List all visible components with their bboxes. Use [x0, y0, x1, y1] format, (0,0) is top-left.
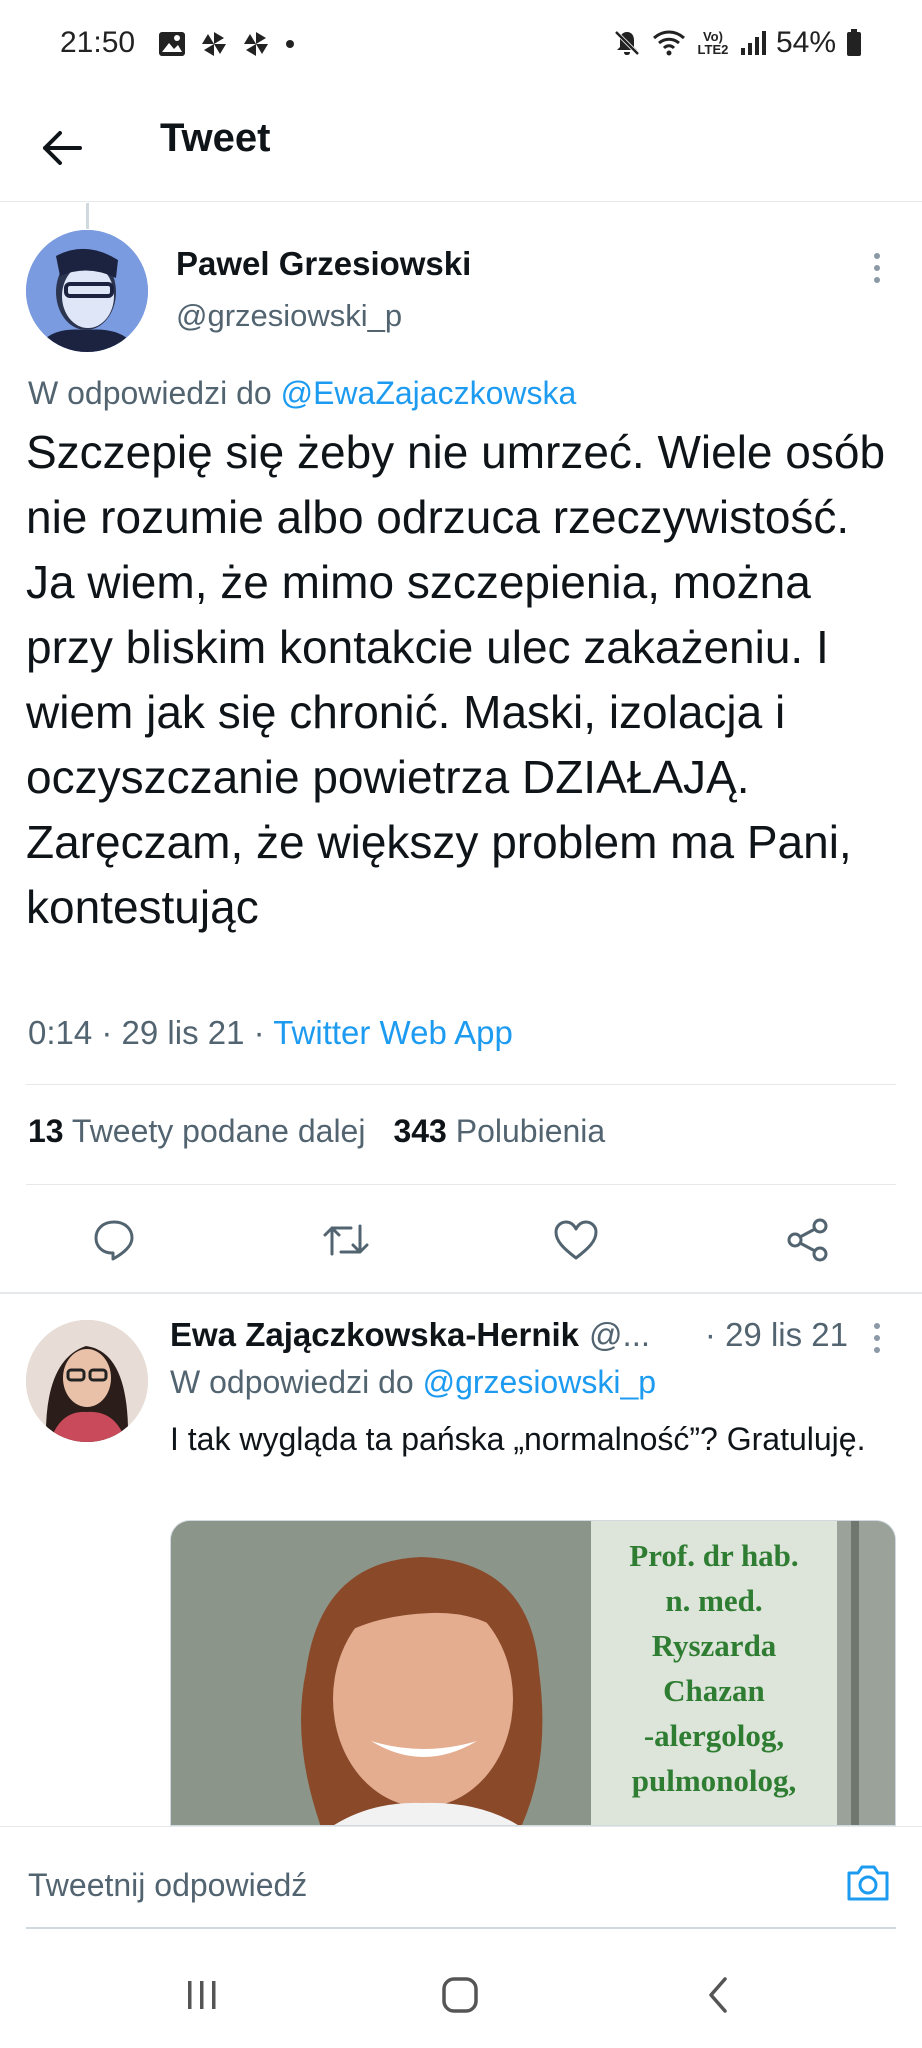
- reply-text: I tak wygląda ta pańska „normalność”? Gr…: [170, 1421, 866, 1457]
- reply-icon: [94, 1220, 134, 1261]
- reply-media-image[interactable]: Prof. dr hab. n. med. Ryszarda Chazan -a…: [170, 1520, 896, 1826]
- section-divider: [0, 1292, 922, 1294]
- more-dot-icon: [874, 277, 880, 283]
- author-name[interactable]: Pawel Grzesiowski: [176, 245, 471, 283]
- reply-avatar-image: [26, 1320, 148, 1442]
- photo-caption-line: Chazan: [663, 1673, 765, 1708]
- compose-bar: [0, 1826, 922, 1942]
- status-bar: 21:50 Vo) LTE2 54%: [0, 0, 922, 92]
- wifi-icon: [652, 30, 685, 56]
- reply-replying-prefix: W odpowiedzi do: [170, 1364, 414, 1400]
- more-dot-icon: [874, 1335, 880, 1341]
- reply-replying-mention-link[interactable]: @grzesiowski_p: [423, 1364, 656, 1400]
- reply-button[interactable]: [84, 1205, 144, 1275]
- tweet-meta: 0:14 · 29 lis 21 · Twitter Web App: [28, 1014, 513, 1052]
- reply-header: Ewa Zajączkowska-Hernik @... · 29 lis 21: [170, 1316, 870, 1354]
- page-title: Tweet: [160, 116, 271, 160]
- gallery-icon: [159, 32, 185, 56]
- home-button[interactable]: [430, 1970, 490, 2020]
- reply-more-options-button[interactable]: [862, 1318, 892, 1358]
- reply-input[interactable]: [28, 1857, 808, 1913]
- likes-label: Polubienia: [455, 1113, 606, 1149]
- divider: [26, 1084, 896, 1085]
- header: Tweet: [0, 92, 922, 202]
- likes-stat[interactable]: 343 Polubienia: [393, 1113, 605, 1150]
- share-button[interactable]: [778, 1205, 838, 1275]
- photo-caption-line: -alergolog,: [643, 1718, 785, 1753]
- more-dot-icon: [874, 1347, 880, 1353]
- signal-icon: [740, 31, 766, 55]
- compose-underline: [26, 1927, 896, 1929]
- recent-apps-icon: [188, 1981, 216, 2009]
- dot-icon: [286, 40, 294, 48]
- tweet-text: Szczepię się żeby nie umrzeć. Wiele osób…: [26, 426, 886, 933]
- retweets-label: Tweety podane dalej: [71, 1113, 366, 1149]
- tweet-source-link[interactable]: Twitter Web App: [273, 1014, 513, 1051]
- tweet-time-date: 0:14 · 29 lis 21 ·: [28, 1014, 274, 1051]
- tweet-stats: 13 Tweety podane dalej 343 Polubienia: [28, 1113, 605, 1150]
- author-avatar[interactable]: [26, 230, 148, 352]
- battery-text: 54%: [775, 26, 836, 59]
- photo-caption-line: pulmonolog,: [631, 1763, 797, 1798]
- retweet-icon: [323, 1224, 369, 1256]
- status-left-icons: [158, 30, 296, 58]
- back-icon: [709, 1977, 727, 2013]
- thread-line: [86, 203, 89, 229]
- photo-caption-line: Ryszarda: [651, 1628, 777, 1663]
- reply-author-handle[interactable]: @...: [589, 1316, 650, 1354]
- replying-prefix: W odpowiedzi do: [28, 375, 272, 411]
- reply-photo-caption: Prof. dr hab. n. med. Ryszarda Chazan -a…: [591, 1533, 837, 1803]
- nav-back-button[interactable]: [688, 1970, 748, 2020]
- reply-author-avatar[interactable]: [26, 1320, 148, 1442]
- recent-apps-button[interactable]: [172, 1970, 232, 2020]
- camera-icon: [847, 1865, 889, 1901]
- system-navbar: [0, 1942, 922, 2048]
- pinwheel-icon: [202, 32, 226, 56]
- photo-caption-line: Prof. dr hab.: [629, 1538, 799, 1573]
- mute-icon: [614, 30, 640, 56]
- reply-replying-to: W odpowiedzi do @grzesiowski_p: [170, 1364, 656, 1401]
- more-dot-icon: [874, 1323, 880, 1329]
- status-right: Vo) LTE2 54%: [612, 26, 862, 60]
- replying-to: W odpowiedzi do @EwaZajaczkowska: [28, 375, 576, 412]
- photo-caption-line: n. med.: [665, 1583, 763, 1618]
- more-dot-icon: [874, 265, 880, 271]
- like-button[interactable]: [546, 1205, 606, 1275]
- retweets-stat[interactable]: 13 Tweety podane dalej: [28, 1113, 365, 1150]
- reply-date[interactable]: · 29 lis 21: [705, 1316, 848, 1354]
- tweet-actions: [0, 1205, 922, 1275]
- reply-author-name[interactable]: Ewa Zajączkowska-Hernik: [170, 1316, 579, 1354]
- divider: [26, 1184, 896, 1185]
- status-time: 21:50: [60, 26, 136, 59]
- network-label: Vo) LTE2: [697, 29, 729, 57]
- more-options-button[interactable]: [862, 248, 892, 288]
- likes-count: 343: [393, 1113, 447, 1149]
- retweets-count: 13: [28, 1113, 64, 1149]
- more-dot-icon: [874, 253, 880, 259]
- arrow-left-icon: [43, 131, 82, 165]
- retweet-button[interactable]: [316, 1205, 376, 1275]
- home-icon: [442, 1977, 478, 2013]
- pinwheel-icon: [244, 32, 268, 56]
- back-button[interactable]: [34, 120, 90, 176]
- replying-mention-link[interactable]: @EwaZajaczkowska: [281, 375, 577, 411]
- author-handle[interactable]: @grzesiowski_p: [176, 298, 402, 334]
- battery-icon: [847, 29, 861, 56]
- camera-button[interactable]: [840, 1855, 896, 1911]
- avatar-image: [26, 230, 148, 352]
- share-icon: [787, 1218, 828, 1262]
- like-icon: [554, 1220, 598, 1260]
